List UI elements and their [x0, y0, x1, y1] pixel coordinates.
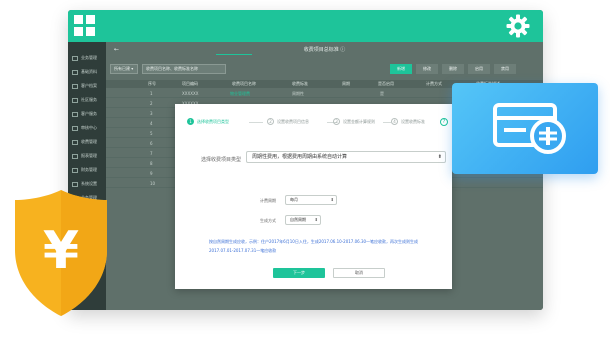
column-header: 收费标准 — [292, 81, 308, 86]
step-label: 选择收费项目类型 — [197, 118, 229, 124]
step-4[interactable]: 4 设置收费标准 — [391, 118, 425, 125]
row-number: 4 — [150, 121, 153, 126]
promo-canvas: 业务管理 基础资料 客户档案 社区服务 客户服务 审核中心 收费管理 报表管理 … — [0, 0, 610, 337]
select-caret-icon: ⬍ — [330, 197, 334, 202]
column-header: 序号 — [148, 81, 156, 86]
step-connector — [249, 122, 263, 123]
filter-select[interactable]: 所有已建 ▾ — [110, 64, 138, 74]
row-number: 9 — [150, 171, 153, 176]
row-number: 6 — [150, 141, 153, 146]
step-number: 3 — [333, 118, 340, 125]
sidebar-item[interactable]: 财务管理 — [68, 164, 106, 176]
column-header: 收费项目名称 — [232, 81, 256, 86]
billing-cycle-value: 每月 — [290, 197, 298, 202]
enable-button[interactable]: 启用 — [468, 64, 490, 74]
row-number: 5 — [150, 131, 153, 136]
step-label: 设置金额计算规则 — [343, 118, 375, 124]
menu-icon — [72, 125, 78, 131]
row-name[interactable]: 物业管理费 — [230, 89, 250, 98]
select-caret-icon: ⬍ — [437, 154, 442, 160]
disable-button[interactable]: 禁用 — [494, 64, 516, 74]
row-number: 2 — [150, 101, 153, 106]
column-header: 周期 — [342, 81, 350, 86]
menu-icon — [72, 55, 78, 61]
row-code: XXXXXX — [182, 91, 199, 96]
grid-logo-icon[interactable] — [74, 15, 96, 37]
step-label: 设置收费标准 — [401, 118, 425, 124]
active-tab-indicator — [216, 54, 252, 55]
menu-icon — [72, 139, 78, 145]
top-bar — [68, 10, 543, 42]
column-header: 是否启用 — [378, 81, 394, 86]
add-button[interactable]: 新增 — [390, 64, 412, 74]
step-connector — [383, 122, 391, 123]
generation-rule-note: 按自然周期生成应收，示例：住户2017年6月10日入住，生成2017.06.10… — [209, 237, 449, 255]
menu-icon — [72, 111, 78, 117]
cancel-button[interactable]: 取消 — [333, 268, 385, 278]
yuan-shield-icon: ¥ — [13, 188, 109, 318]
credit-card-plus-icon — [493, 103, 566, 154]
billing-cycle-label: 计费周期 — [260, 198, 276, 203]
fee-type-select[interactable]: 周期性费用，根据费用周期由系统自动计算 ⬍ — [246, 151, 446, 163]
row-number: 3 — [150, 111, 153, 116]
select-caret-icon: ⬍ — [314, 217, 318, 222]
generation-mode-label: 生成方式 — [260, 218, 276, 223]
help-icon[interactable]: ? — [440, 118, 448, 126]
note-line: 按自然周期生成应收，示例：住户2017年6月10日入住，生成2017.06.10… — [209, 239, 419, 244]
step-1[interactable]: 1 选择收费项目类型 — [187, 118, 229, 125]
sidebar-item[interactable]: 基础资料 — [68, 66, 106, 78]
row-standard: 周期性 — [292, 91, 304, 96]
sidebar-item[interactable]: 审核中心 — [68, 122, 106, 134]
generation-mode-select[interactable]: 自然周期 ⬍ — [285, 215, 321, 225]
gear-icon[interactable] — [506, 14, 530, 38]
sidebar-item[interactable]: 收费管理 — [68, 136, 106, 148]
generation-mode-value: 自然周期 — [290, 217, 306, 222]
menu-icon — [72, 97, 78, 103]
step-2[interactable]: 2 设置收费项目信息 — [267, 118, 309, 125]
fee-type-value: 周期性费用，根据费用周期由系统自动计算 — [252, 154, 348, 160]
edit-button[interactable]: 修改 — [416, 64, 438, 74]
step-number: 4 — [391, 118, 398, 125]
fee-type-label: 选择收费项目类型 — [201, 157, 242, 163]
step-label: 设置收费项目信息 — [277, 118, 309, 124]
step-number: 2 — [267, 118, 274, 125]
row-number: 10 — [150, 181, 156, 186]
menu-icon — [72, 83, 78, 89]
next-step-button[interactable]: 下一步 — [273, 268, 325, 278]
menu-icon — [72, 167, 78, 173]
column-header: 项目编码 — [182, 81, 198, 86]
note-line: 2017.07.01-2017.07.31一笔应收款 — [209, 248, 277, 253]
step-number: 1 — [187, 118, 194, 125]
menu-icon — [72, 69, 78, 75]
yuan-glyph: ¥ — [43, 221, 79, 281]
sidebar-item[interactable]: 社区服务 — [68, 94, 106, 106]
menu-icon — [72, 181, 78, 187]
sidebar-item[interactable]: 客户服务 — [68, 108, 106, 120]
sidebar-item[interactable]: 业务管理 — [68, 52, 106, 64]
row-number: 1 — [150, 91, 153, 96]
row-number: 8 — [150, 161, 153, 166]
column-header: 计费方式 — [426, 81, 442, 86]
sidebar-item[interactable]: 报表管理 — [68, 150, 106, 162]
billing-cycle-select[interactable]: 每月 ⬍ — [285, 195, 337, 205]
sidebar-item[interactable]: 客户档案 — [68, 80, 106, 92]
menu-icon — [72, 153, 78, 159]
create-fee-item-dialog: 1 选择收费项目类型 2 设置收费项目信息 3 设置金额计算规则 4 设置收费标准 ? … — [175, 104, 452, 289]
row-number: 7 — [150, 151, 153, 156]
page-title: 收费项目总标准 ⓘ — [303, 47, 346, 53]
search-input[interactable]: 收费项目名称、收费标准名称 — [142, 64, 226, 74]
delete-button[interactable]: 删除 — [442, 64, 464, 74]
row-enabled: 是 — [380, 91, 384, 96]
step-3[interactable]: 3 设置金额计算规则 — [333, 118, 375, 125]
fee-card-badge — [452, 83, 598, 174]
